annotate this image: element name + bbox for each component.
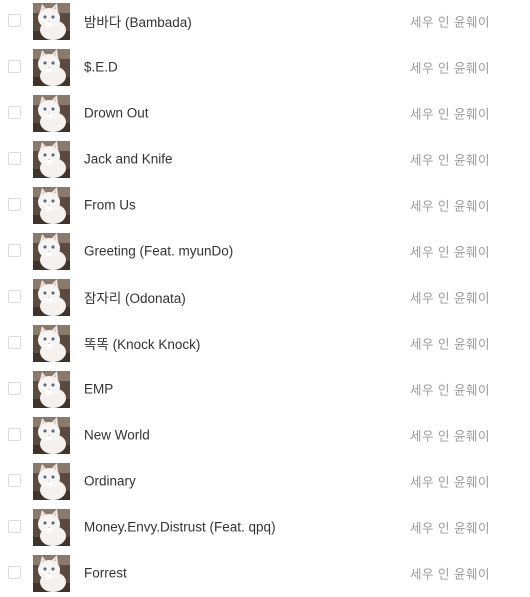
track-artist[interactable]: 세우 인 윤훼이 [410, 288, 490, 307]
track-row[interactable]: Greeting (Feat. myunDo) 세우 인 윤훼이 [0, 228, 530, 274]
white-cat-cover [33, 325, 70, 362]
track-checkbox[interactable] [8, 244, 21, 257]
track-title[interactable]: Jack and Knife [84, 152, 173, 167]
track-checkbox[interactable] [8, 336, 21, 349]
album-cover-image[interactable] [33, 141, 70, 178]
album-cover-image[interactable] [33, 509, 70, 546]
album-cover-image[interactable] [33, 187, 70, 224]
track-title[interactable]: 밤바다 (Bambada) [84, 11, 192, 31]
track-title[interactable]: 똑똑 (Knock Knock) [84, 333, 200, 353]
album-cover-image[interactable] [33, 95, 70, 132]
track-artist[interactable]: 세우 인 윤훼이 [410, 242, 490, 261]
track-checkbox[interactable] [8, 520, 21, 533]
album-cover-image[interactable] [33, 49, 70, 86]
track-artist[interactable]: 세우 인 윤훼이 [410, 518, 490, 537]
track-artist[interactable]: 세우 인 윤훼이 [410, 380, 490, 399]
track-row[interactable]: 잠자리 (Odonata) 세우 인 윤훼이 [0, 274, 530, 320]
track-row[interactable]: $.E.D 세우 인 윤훼이 [0, 44, 530, 90]
white-cat-cover [33, 509, 70, 546]
track-artist[interactable]: 세우 인 윤훼이 [410, 196, 490, 215]
album-cover-image[interactable] [33, 417, 70, 454]
white-cat-cover [33, 3, 70, 40]
track-artist[interactable]: 세우 인 윤훼이 [410, 58, 490, 77]
track-title[interactable]: Greeting (Feat. myunDo) [84, 244, 233, 259]
track-row[interactable]: Ordinary 세우 인 윤훼이 [0, 458, 530, 504]
track-artist[interactable]: 세우 인 윤훼이 [410, 104, 490, 123]
track-row[interactable]: From Us 세우 인 윤훼이 [0, 182, 530, 228]
track-checkbox[interactable] [8, 428, 21, 441]
white-cat-cover [33, 233, 70, 270]
track-artist[interactable]: 세우 인 윤훼이 [410, 472, 490, 491]
white-cat-cover [33, 49, 70, 86]
track-row[interactable]: 밤바다 (Bambada) 세우 인 윤훼이 [0, 0, 530, 44]
track-list: 밤바다 (Bambada) 세우 인 윤훼이 $.E.D 세우 인 윤훼이 Dr… [0, 0, 530, 595]
track-title[interactable]: From Us [84, 198, 136, 213]
album-cover-image[interactable] [33, 325, 70, 362]
track-artist[interactable]: 세우 인 윤훼이 [410, 426, 490, 445]
track-checkbox[interactable] [8, 60, 21, 73]
track-checkbox[interactable] [8, 382, 21, 395]
track-title[interactable]: Forrest [84, 566, 127, 581]
white-cat-cover [33, 371, 70, 408]
white-cat-cover [33, 187, 70, 224]
track-row[interactable]: Jack and Knife 세우 인 윤훼이 [0, 136, 530, 182]
track-title[interactable]: New World [84, 428, 150, 443]
track-title[interactable]: $.E.D [84, 60, 118, 75]
track-artist[interactable]: 세우 인 윤훼이 [410, 334, 490, 353]
album-cover-image[interactable] [33, 3, 70, 40]
track-checkbox[interactable] [8, 106, 21, 119]
track-row[interactable]: Drown Out 세우 인 윤훼이 [0, 90, 530, 136]
track-artist[interactable]: 세우 인 윤훼이 [410, 150, 490, 169]
white-cat-cover [33, 555, 70, 592]
track-row[interactable]: Forrest 세우 인 윤훼이 [0, 550, 530, 596]
album-cover-image[interactable] [33, 279, 70, 316]
track-title[interactable]: 잠자리 (Odonata) [84, 287, 186, 307]
track-row[interactable]: Money.Envy.Distrust (Feat. qpq) 세우 인 윤훼이 [0, 504, 530, 550]
track-title[interactable]: Money.Envy.Distrust (Feat. qpq) [84, 520, 276, 535]
track-artist[interactable]: 세우 인 윤훼이 [410, 12, 490, 31]
track-checkbox[interactable] [8, 474, 21, 487]
white-cat-cover [33, 463, 70, 500]
track-row[interactable]: EMP 세우 인 윤훼이 [0, 366, 530, 412]
white-cat-cover [33, 279, 70, 316]
white-cat-cover [33, 417, 70, 454]
track-checkbox[interactable] [8, 198, 21, 211]
white-cat-cover [33, 95, 70, 132]
album-cover-image[interactable] [33, 463, 70, 500]
track-row[interactable]: New World 세우 인 윤훼이 [0, 412, 530, 458]
track-artist[interactable]: 세우 인 윤훼이 [410, 564, 490, 583]
white-cat-cover [33, 141, 70, 178]
track-checkbox[interactable] [8, 290, 21, 303]
track-row[interactable]: 똑똑 (Knock Knock) 세우 인 윤훼이 [0, 320, 530, 366]
track-title[interactable]: Drown Out [84, 106, 149, 121]
track-checkbox[interactable] [8, 566, 21, 579]
track-checkbox[interactable] [8, 14, 21, 27]
track-title[interactable]: Ordinary [84, 474, 136, 489]
album-cover-image[interactable] [33, 233, 70, 270]
album-cover-image[interactable] [33, 371, 70, 408]
album-cover-image[interactable] [33, 555, 70, 592]
track-checkbox[interactable] [8, 152, 21, 165]
track-title[interactable]: EMP [84, 382, 113, 397]
